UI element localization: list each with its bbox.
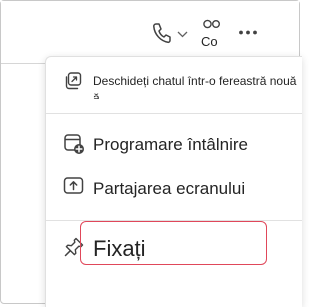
menu-item-schedule-meeting[interactable]: Programare întâlnire: [46, 127, 302, 163]
people-icon: [202, 19, 222, 33]
pop-out-window-icon: [63, 71, 83, 91]
menu-divider: [46, 113, 302, 114]
participants-button[interactable]: Co: [198, 15, 226, 51]
menu-item-share-screen[interactable]: Partajarea ecranului: [46, 170, 302, 206]
open-new-window-label: Deschideți chatul într-o fereastră nouă: [93, 74, 297, 88]
share-screen-label: Partajarea ecranului: [93, 179, 246, 198]
participant-count-label: Co: [201, 34, 218, 49]
menu-item-open-new-window[interactable]: Deschideți chatul într-o fereastră nouă …: [46, 67, 302, 111]
more-options-menu: Deschideți chatul într-o fereastră nouă …: [45, 56, 302, 307]
schedule-meeting-label: Programare întâlnire: [93, 135, 248, 154]
call-button[interactable]: [147, 19, 193, 49]
calendar-add-icon: [63, 133, 85, 155]
menu-divider: [46, 220, 302, 221]
more-options-icon: [238, 30, 258, 35]
open-new-window-label-overflow: ă: [93, 93, 103, 99]
phone-icon: [151, 22, 171, 44]
more-options-button[interactable]: [236, 21, 262, 45]
pin-label: Fixați: [93, 236, 146, 261]
share-screen-icon: [63, 176, 85, 196]
chevron-down-icon[interactable]: [177, 31, 188, 38]
menu-item-pin[interactable]: Fixați: [46, 229, 302, 271]
chat-header: Co: [1, 1, 299, 63]
pin-icon: [63, 236, 85, 258]
